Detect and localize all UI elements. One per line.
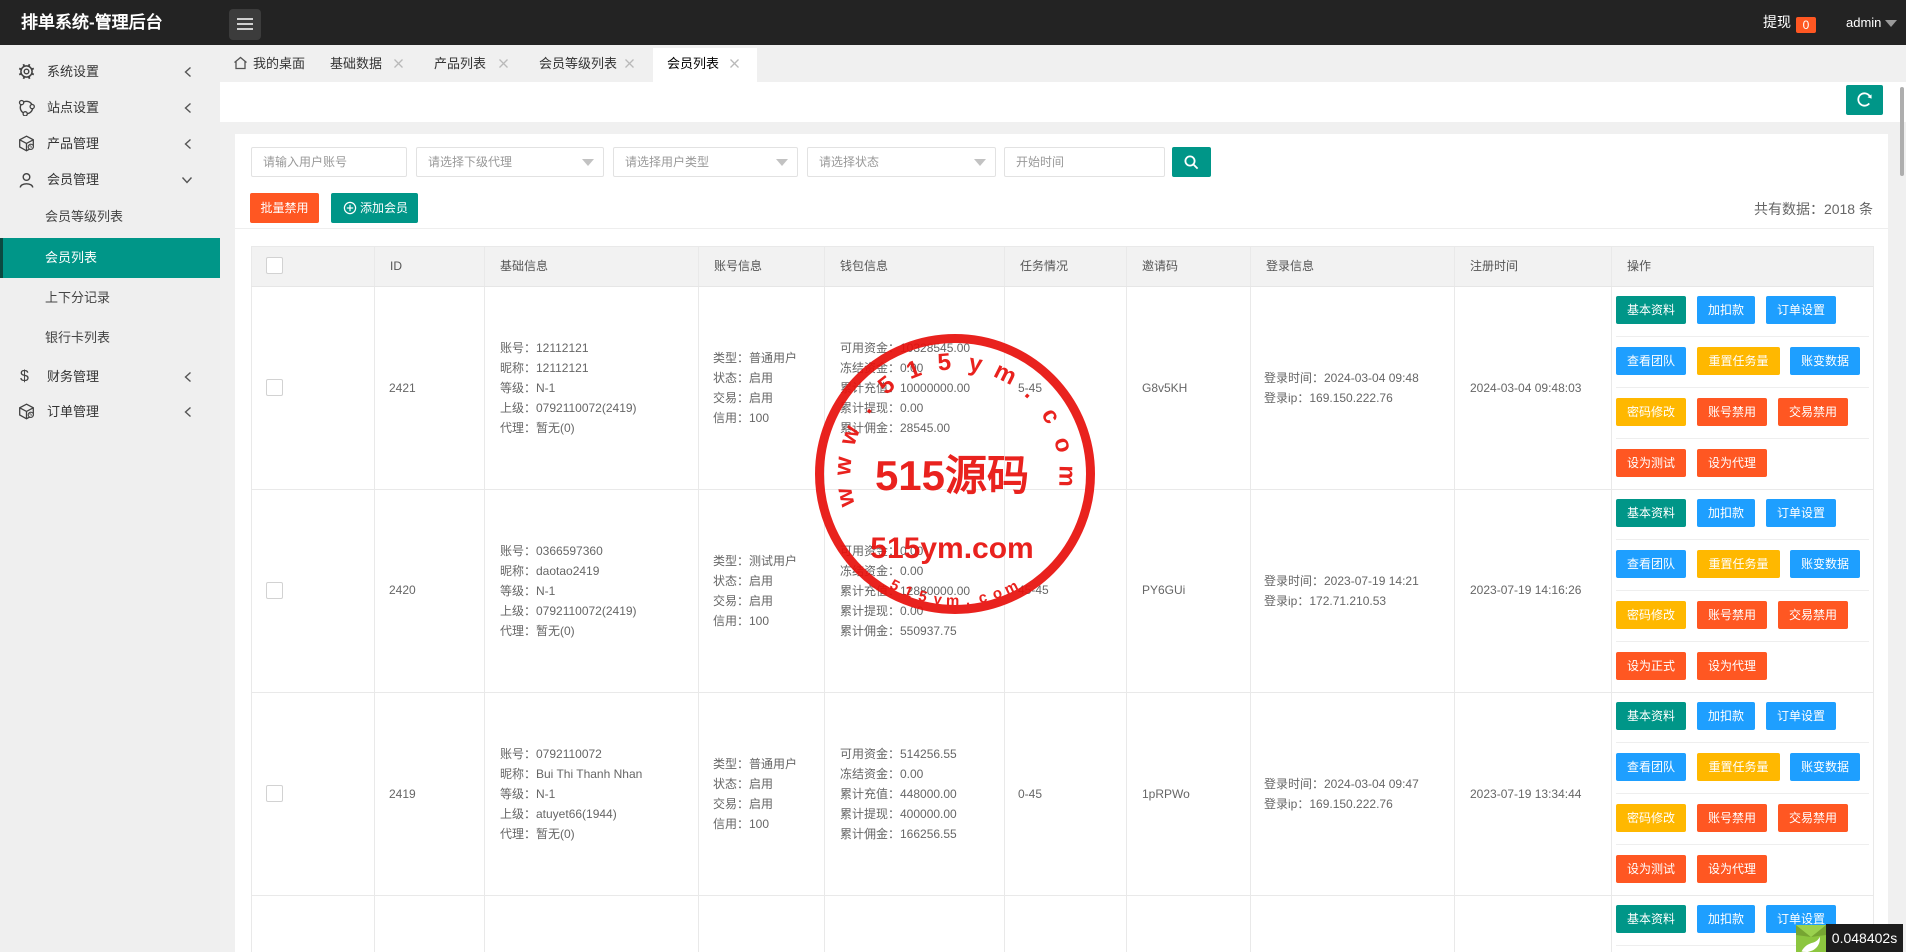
svg-text:.: . bbox=[1019, 380, 1042, 404]
svg-text:515ym.com: 515ym.com bbox=[870, 532, 1033, 565]
svg-text:5: 5 bbox=[936, 348, 952, 376]
svg-text:m: m bbox=[1053, 465, 1080, 487]
svg-text:5: 5 bbox=[873, 371, 900, 401]
svg-text:m: m bbox=[990, 357, 1021, 391]
svg-text:.: . bbox=[965, 592, 971, 609]
svg-text:w: w bbox=[829, 455, 857, 477]
svg-text:w: w bbox=[830, 485, 861, 510]
svg-text:o: o bbox=[1048, 434, 1078, 455]
svg-text:1: 1 bbox=[903, 355, 925, 385]
svg-text:5: 5 bbox=[887, 576, 902, 595]
svg-text:y: y bbox=[967, 349, 986, 378]
svg-text:c: c bbox=[1036, 403, 1066, 428]
svg-text:515源码: 515源码 bbox=[875, 452, 1029, 499]
svg-text:✎: ✎ bbox=[29, 145, 33, 151]
svg-text:w: w bbox=[834, 422, 866, 450]
svg-text:m: m bbox=[946, 592, 960, 609]
svg-text:.: . bbox=[852, 397, 878, 418]
